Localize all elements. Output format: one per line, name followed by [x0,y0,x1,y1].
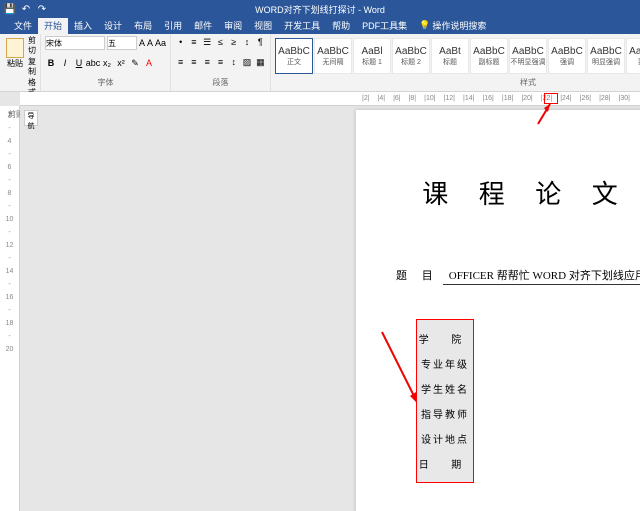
undo-icon[interactable]: ↶ [20,3,32,15]
bold-button[interactable]: B [45,57,57,69]
superscript-button[interactable]: x² [115,57,127,69]
style-强调[interactable]: AaBbC强调 [548,38,586,74]
shading-icon[interactable]: ▨ [241,56,252,68]
style-不明显强调[interactable]: AaBbC不明显强调 [509,38,547,74]
styles-label: 样式 [275,76,640,89]
font-label: 字体 [45,76,166,89]
annotation-arrow-ruler-icon [536,102,554,126]
tab-pdf[interactable]: PDF工具集 [356,17,413,34]
bullets-icon[interactable]: • [175,36,186,48]
font-size-select[interactable] [107,36,137,50]
tab-insert[interactable]: 插入 [68,17,98,34]
font-color-button[interactable]: A [143,57,155,69]
tab-references[interactable]: 引用 [158,17,188,34]
annotation-arrow-icon [380,330,420,406]
page: 课 程 论 文 题 目 OFFICER 帮帮忙 WORD 对齐下划线应用研究一 … [356,110,640,511]
subject-row[interactable]: 题 目 OFFICER 帮帮忙 WORD 对齐下划线应用研究一 [396,267,640,285]
increase-indent-icon[interactable]: ≥ [228,36,239,48]
style-标题 2[interactable]: AaBbC标题 2 [392,38,430,74]
field-row[interactable]: 学 院 [417,326,473,351]
workspace: 2-4-6-8-10-12-14-16-18-20 导航 课 程 论 文 题 目… [0,106,640,511]
grow-font-icon[interactable]: A [139,37,145,49]
line-spacing-icon[interactable]: ↕ [228,56,239,68]
copy-button[interactable]: 复制 [28,57,36,77]
style-明显强调[interactable]: AaBbC明显强调 [587,38,625,74]
field-row[interactable]: 指导教师 [417,401,473,426]
lightbulb-icon: 💡 [419,20,430,31]
field-row[interactable]: 学生姓名 [417,376,473,401]
align-center-icon[interactable]: ≡ [188,56,199,68]
save-icon[interactable]: 💾 [4,3,16,15]
navigation-pane-toggle[interactable]: 导航 [24,110,38,126]
document-title: WORD对齐下划线打探讨 - Word [255,3,385,16]
field-row[interactable]: 日 期 [417,451,473,476]
subscript-button[interactable]: x₂ [101,57,113,69]
vertical-ruler[interactable]: 2-4-6-8-10-12-14-16-18-20 [0,106,20,511]
subject-value: OFFICER 帮帮忙 WORD 对齐下划线应用研究一 [443,267,640,285]
subject-label: 题 目 [396,267,439,283]
borders-icon[interactable]: ▦ [255,56,266,68]
tab-design[interactable]: 设计 [98,17,128,34]
style-标题[interactable]: AaBt标题 [431,38,469,74]
tab-home[interactable]: 开始 [38,17,68,34]
paste-icon [6,38,24,58]
italic-button[interactable]: I [59,57,71,69]
paragraph-label: 段落 [175,76,266,89]
tab-mailings[interactable]: 邮件 [188,17,218,34]
ribbon: 粘贴 剪切 复制 格式刷 剪贴板 A A Aa B I U abc x₂ x² … [0,34,640,92]
tell-me-search[interactable]: 💡 操作说明搜索 [413,17,492,34]
align-right-icon[interactable]: ≡ [202,56,213,68]
justify-icon[interactable]: ≡ [215,56,226,68]
align-left-icon[interactable]: ≡ [175,56,186,68]
numbering-icon[interactable]: ≡ [188,36,199,48]
document-canvas[interactable]: 导航 课 程 论 文 题 目 OFFICER 帮帮忙 WORD 对齐下划线应用研… [20,106,640,511]
strike-button[interactable]: abc [87,57,99,69]
shrink-font-icon[interactable]: A [147,37,153,49]
multilevel-icon[interactable]: ☰ [202,36,213,48]
tab-view[interactable]: 视图 [248,17,278,34]
change-case-icon[interactable]: Aa [155,37,166,49]
style-副标题[interactable]: AaBbC副标题 [470,38,508,74]
field-row[interactable]: 设计地点 [417,426,473,451]
font-group: A A Aa B I U abc x₂ x² ✎ A 字体 [41,34,171,91]
highlight-button[interactable]: ✎ [129,57,141,69]
styles-group: AaBbC正文AaBbC无间隔AaBl标题 1AaBbC标题 2AaBt标题Aa… [271,34,640,91]
style-无间隔[interactable]: AaBbC无间隔 [314,38,352,74]
underline-button[interactable]: U [73,57,85,69]
clipboard-group: 粘贴 剪切 复制 格式刷 剪贴板 [0,34,41,91]
tab-review[interactable]: 审阅 [218,17,248,34]
fields-selection-box[interactable]: 学 院专业年级学生姓名指导教师设计地点日 期 [416,319,474,483]
show-marks-icon[interactable]: ¶ [255,36,266,48]
tab-file[interactable]: 文件 [8,17,38,34]
sort-icon[interactable]: ↕ [241,36,252,48]
titlebar: 💾 ↶ ↷ WORD对齐下划线打探讨 - Word [0,0,640,18]
tab-developer[interactable]: 开发工具 [278,17,326,34]
style-正文[interactable]: AaBbC正文 [275,38,313,74]
doc-main-title[interactable]: 课 程 论 文 [356,174,640,211]
paragraph-group: • ≡ ☰ ≤ ≥ ↕ ¶ ≡ ≡ ≡ ≡ ↕ ▨ ▦ 段落 [171,34,271,91]
font-family-select[interactable] [45,36,105,50]
tab-help[interactable]: 帮助 [326,17,356,34]
redo-icon[interactable]: ↷ [36,3,48,15]
cut-button[interactable]: 剪切 [28,36,36,56]
tab-layout[interactable]: 布局 [128,17,158,34]
decrease-indent-icon[interactable]: ≤ [215,36,226,48]
ribbon-tabs: 文件 开始 插入 设计 布局 引用 邮件 审阅 视图 开发工具 帮助 PDF工具… [0,18,640,34]
style-标题 1[interactable]: AaBl标题 1 [353,38,391,74]
field-row[interactable]: 专业年级 [417,351,473,376]
style-要点[interactable]: AaBbC要点 [626,38,640,74]
